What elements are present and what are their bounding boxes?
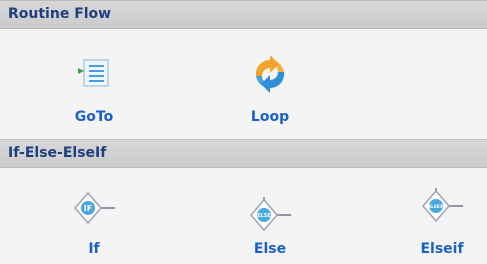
section-body-if-else-elseif: IF If ELSE Else ELSEIF Elseif <box>0 168 487 264</box>
tool-label: If <box>88 241 100 257</box>
tool-if[interactable]: IF If <box>44 168 144 264</box>
svg-text:ELSEIF: ELSEIF <box>428 204 443 209</box>
loop-arrows-icon <box>250 54 290 98</box>
tool-goto[interactable]: GoTo <box>44 29 144 139</box>
section-header-if-else-elseif[interactable]: If-Else-ElseIf <box>0 139 487 168</box>
svg-text:ELSE: ELSE <box>257 213 271 219</box>
goto-list-icon <box>77 57 111 93</box>
section-body-routine-flow: GoTo Loop <box>0 29 487 139</box>
tool-label: Loop <box>250 109 290 125</box>
section-title: Routine Flow <box>8 6 112 22</box>
elseif-diamond-icon: ELSEIF <box>420 188 464 228</box>
section-title: If-Else-ElseIf <box>8 145 107 161</box>
if-diamond-icon: IF <box>72 190 116 230</box>
else-diamond-icon: ELSE <box>248 197 292 237</box>
toolbox-panel: Routine Flow GoTo Loop If-Else-ElseIf IF… <box>0 0 487 264</box>
tool-label: GoTo <box>74 109 114 125</box>
tool-label: Else <box>253 241 287 257</box>
tool-loop[interactable]: Loop <box>220 29 320 139</box>
tool-else[interactable]: ELSE Else <box>220 168 320 264</box>
tool-elseif[interactable]: ELSEIF Elseif <box>392 168 487 264</box>
svg-text:IF: IF <box>84 204 92 213</box>
tool-label: Elseif <box>420 241 464 257</box>
section-header-routine-flow[interactable]: Routine Flow <box>0 0 487 29</box>
